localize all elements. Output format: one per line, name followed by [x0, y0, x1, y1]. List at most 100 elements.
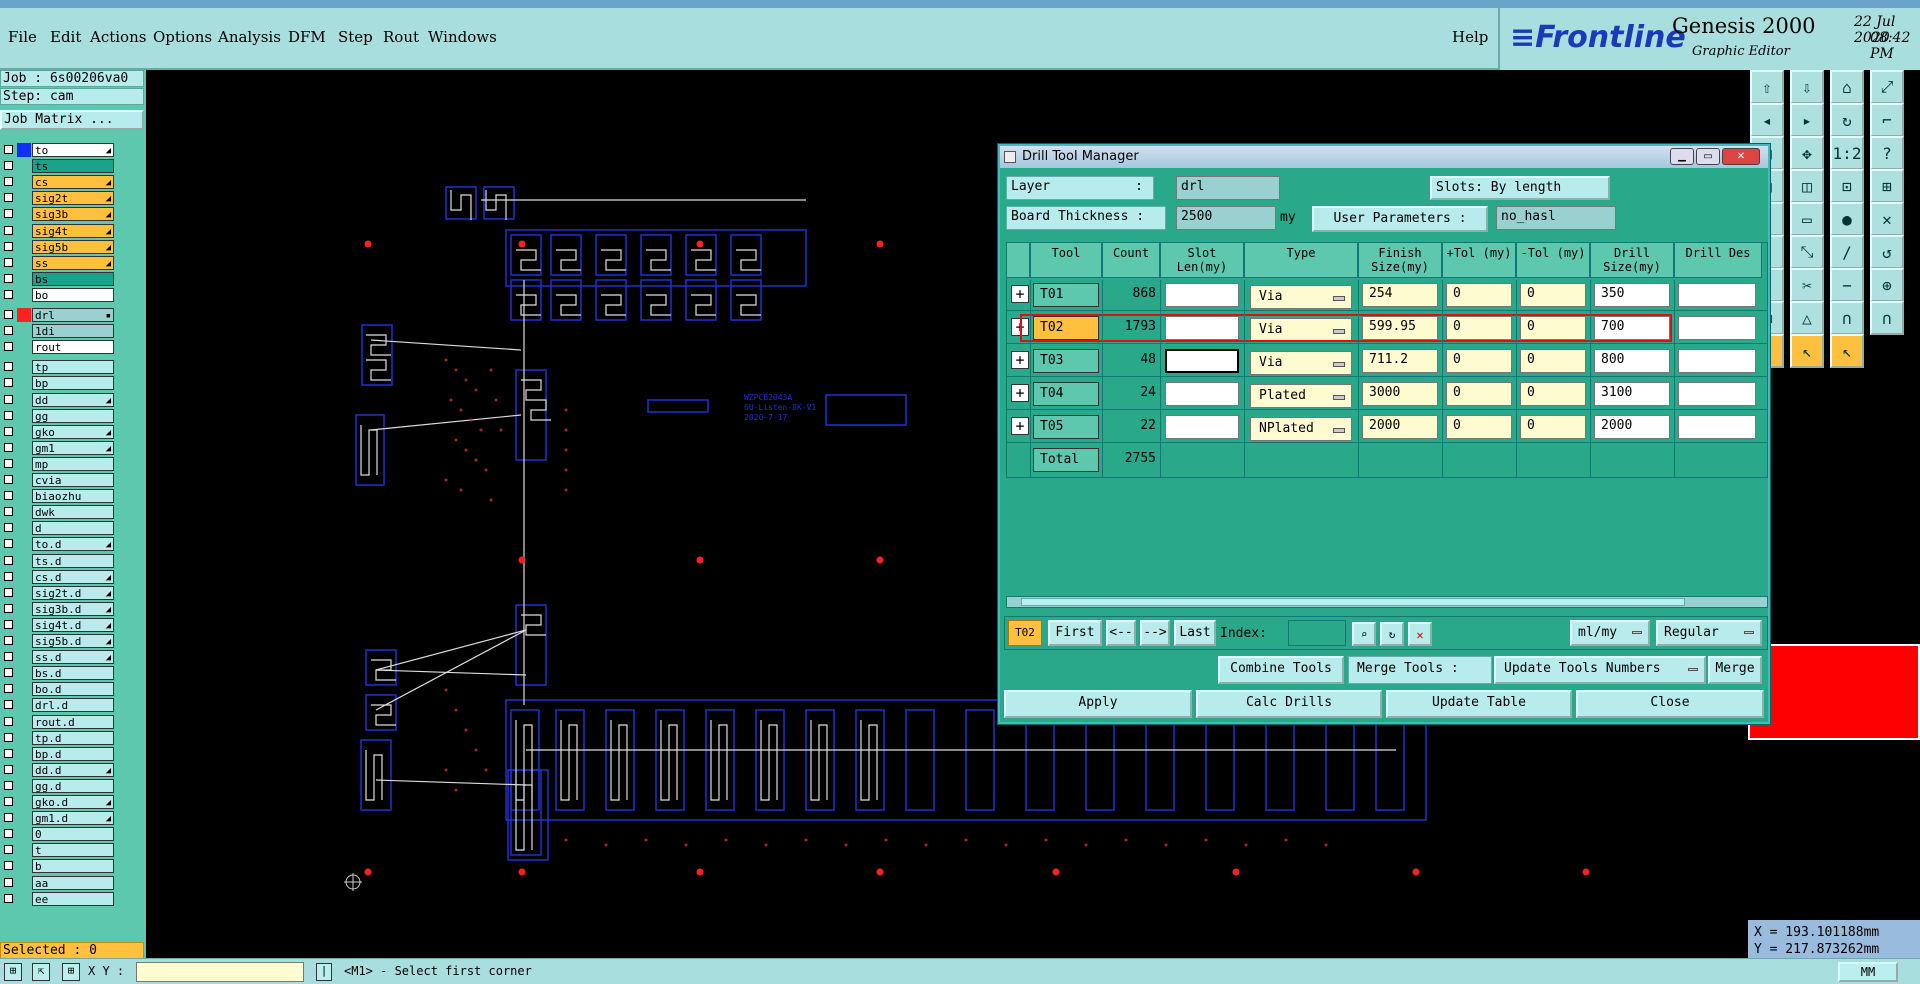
finish-size-input[interactable]: 254 [1362, 283, 1438, 307]
layer-row[interactable]: ss.d ◢ [0, 649, 116, 665]
menu-help[interactable]: Help [1452, 28, 1488, 46]
close-button[interactable]: Close [1576, 690, 1764, 718]
ratio-icon[interactable]: 1:2 [1830, 136, 1864, 170]
refresh-icon[interactable]: ↻ [1380, 622, 1404, 646]
zoom-icon[interactable]: ⊞ [4, 963, 22, 981]
type-dropdown[interactable]: Via [1250, 285, 1352, 309]
type-dropdown[interactable]: NPlated [1250, 417, 1352, 441]
layer-checkbox[interactable] [4, 310, 13, 319]
plus-tol-input[interactable]: 0 [1446, 316, 1512, 340]
layer-color-swatch[interactable] [17, 537, 31, 551]
expand-row-icon[interactable]: + [1011, 417, 1029, 435]
menu-dfm[interactable]: DFM [288, 28, 326, 46]
layer-row[interactable]: sig4t ◢ [0, 223, 116, 239]
layer-row[interactable]: to ◢ [0, 142, 116, 158]
layer-field[interactable]: drl [1176, 176, 1280, 200]
search-icon[interactable]: ⌕ [1352, 622, 1376, 646]
hole-icon[interactable]: ● [1830, 202, 1864, 236]
cut-icon[interactable]: ✂ [1790, 268, 1824, 302]
layer-color-swatch[interactable] [17, 570, 31, 584]
snap-icon[interactable]: ⌐ [1870, 103, 1904, 137]
layer-row[interactable]: bp [0, 375, 116, 391]
layer-checkbox[interactable] [4, 475, 13, 484]
layer-checkbox[interactable] [4, 732, 13, 742]
menu-analysis[interactable]: Analysis [218, 28, 281, 46]
merge-button[interactable]: Merge [1708, 656, 1762, 684]
layer-row[interactable]: bo.d [0, 681, 116, 697]
layer-row[interactable]: sig5b ◢ [0, 239, 116, 255]
last-button[interactable]: Last [1174, 620, 1216, 646]
zoom-fit-icon[interactable]: ⤢ [1870, 70, 1904, 104]
layer-row[interactable]: sig4t.d ◢ [0, 617, 116, 633]
layer-checkbox[interactable] [4, 442, 13, 452]
layer-color-swatch[interactable] [17, 554, 31, 568]
layer-color-swatch[interactable] [17, 892, 31, 906]
layer-color-swatch[interactable] [17, 441, 31, 455]
finish-size-input[interactable]: 599.95 [1362, 316, 1438, 340]
slot-length-input[interactable] [1165, 382, 1239, 406]
minus-tol-input[interactable]: 0 [1520, 316, 1586, 340]
layer-color-swatch[interactable] [17, 763, 31, 777]
tool-name[interactable]: T02 [1033, 316, 1099, 340]
grid-icon[interactable]: ⊞ [62, 963, 80, 981]
expand-row-icon[interactable]: + [1011, 384, 1029, 402]
layer-row[interactable]: ts [0, 158, 116, 174]
slot-length-input[interactable] [1165, 316, 1239, 340]
layer-row[interactable]: sig2t ◢ [0, 190, 116, 206]
layer-row[interactable]: gm1.d ◢ [0, 810, 116, 826]
drill-des-input[interactable] [1678, 316, 1756, 340]
layer-row[interactable]: b [0, 858, 116, 874]
layer-row[interactable]: ss ◢ [0, 255, 116, 271]
home-up-icon[interactable]: ⇧ [1750, 70, 1784, 104]
layer-color-swatch[interactable] [17, 457, 31, 471]
slot-length-input[interactable] [1165, 283, 1239, 307]
help-icon[interactable]: ? [1870, 136, 1904, 170]
prev-button[interactable]: <-- [1106, 620, 1136, 646]
layer-color-swatch[interactable] [17, 256, 31, 270]
layer-color-swatch[interactable] [17, 191, 31, 205]
layer-row[interactable]: dwk [0, 504, 116, 520]
slot-length-input[interactable] [1165, 349, 1239, 373]
menu-edit[interactable]: Edit [50, 28, 81, 46]
next-button[interactable]: --> [1140, 620, 1170, 646]
menu-actions[interactable]: Actions [90, 28, 146, 46]
select-icon[interactable]: ⇱ [32, 963, 50, 981]
layer-color-swatch[interactable] [17, 143, 31, 157]
layer-checkbox[interactable] [4, 861, 13, 871]
drill-des-input[interactable] [1678, 415, 1756, 439]
layer-color-swatch[interactable] [17, 376, 31, 390]
layer-checkbox[interactable] [4, 241, 13, 251]
slot-length-input[interactable] [1165, 415, 1239, 439]
layer-color-swatch[interactable] [17, 682, 31, 696]
layer-checkbox[interactable] [4, 378, 13, 388]
layer-row[interactable]: cvia [0, 472, 116, 488]
plus-tol-input[interactable]: 0 [1446, 349, 1512, 373]
layer-row[interactable]: biaozhu [0, 488, 116, 504]
apply-button[interactable]: Apply [1004, 690, 1192, 718]
layer-row[interactable]: bp.d [0, 746, 116, 762]
layer-row[interactable]: gg [0, 408, 116, 424]
expand-row-icon[interactable]: + [1011, 318, 1029, 336]
menu-step[interactable]: Step [338, 28, 373, 46]
layer-checkbox[interactable] [4, 507, 13, 517]
layer-color-swatch[interactable] [17, 602, 31, 616]
layer-row[interactable]: bo [0, 287, 116, 303]
close-icon[interactable]: ✕ [1722, 148, 1760, 165]
layer-checkbox[interactable] [4, 893, 13, 903]
board-thickness-field[interactable]: 2500 [1176, 206, 1276, 230]
layer-checkbox[interactable] [4, 273, 13, 283]
layer-color-swatch[interactable] [17, 521, 31, 535]
layer-row[interactable]: sig2t.d ◢ [0, 585, 116, 601]
layer-color-swatch[interactable] [17, 489, 31, 503]
layer-checkbox[interactable] [4, 257, 13, 267]
layer-checkbox[interactable] [4, 225, 13, 235]
layer-checkbox[interactable] [4, 877, 13, 887]
layer-color-swatch[interactable] [17, 827, 31, 841]
drill-des-input[interactable] [1678, 382, 1756, 406]
arch2-icon[interactable]: ∩ [1870, 301, 1904, 335]
layer-checkbox[interactable] [4, 636, 13, 645]
calc-drills-button[interactable]: Calc Drills [1196, 690, 1382, 718]
minus-tol-input[interactable]: 0 [1520, 382, 1586, 406]
layer-row[interactable]: gm1 ◢ [0, 440, 116, 456]
layer-color-swatch[interactable] [17, 650, 31, 664]
